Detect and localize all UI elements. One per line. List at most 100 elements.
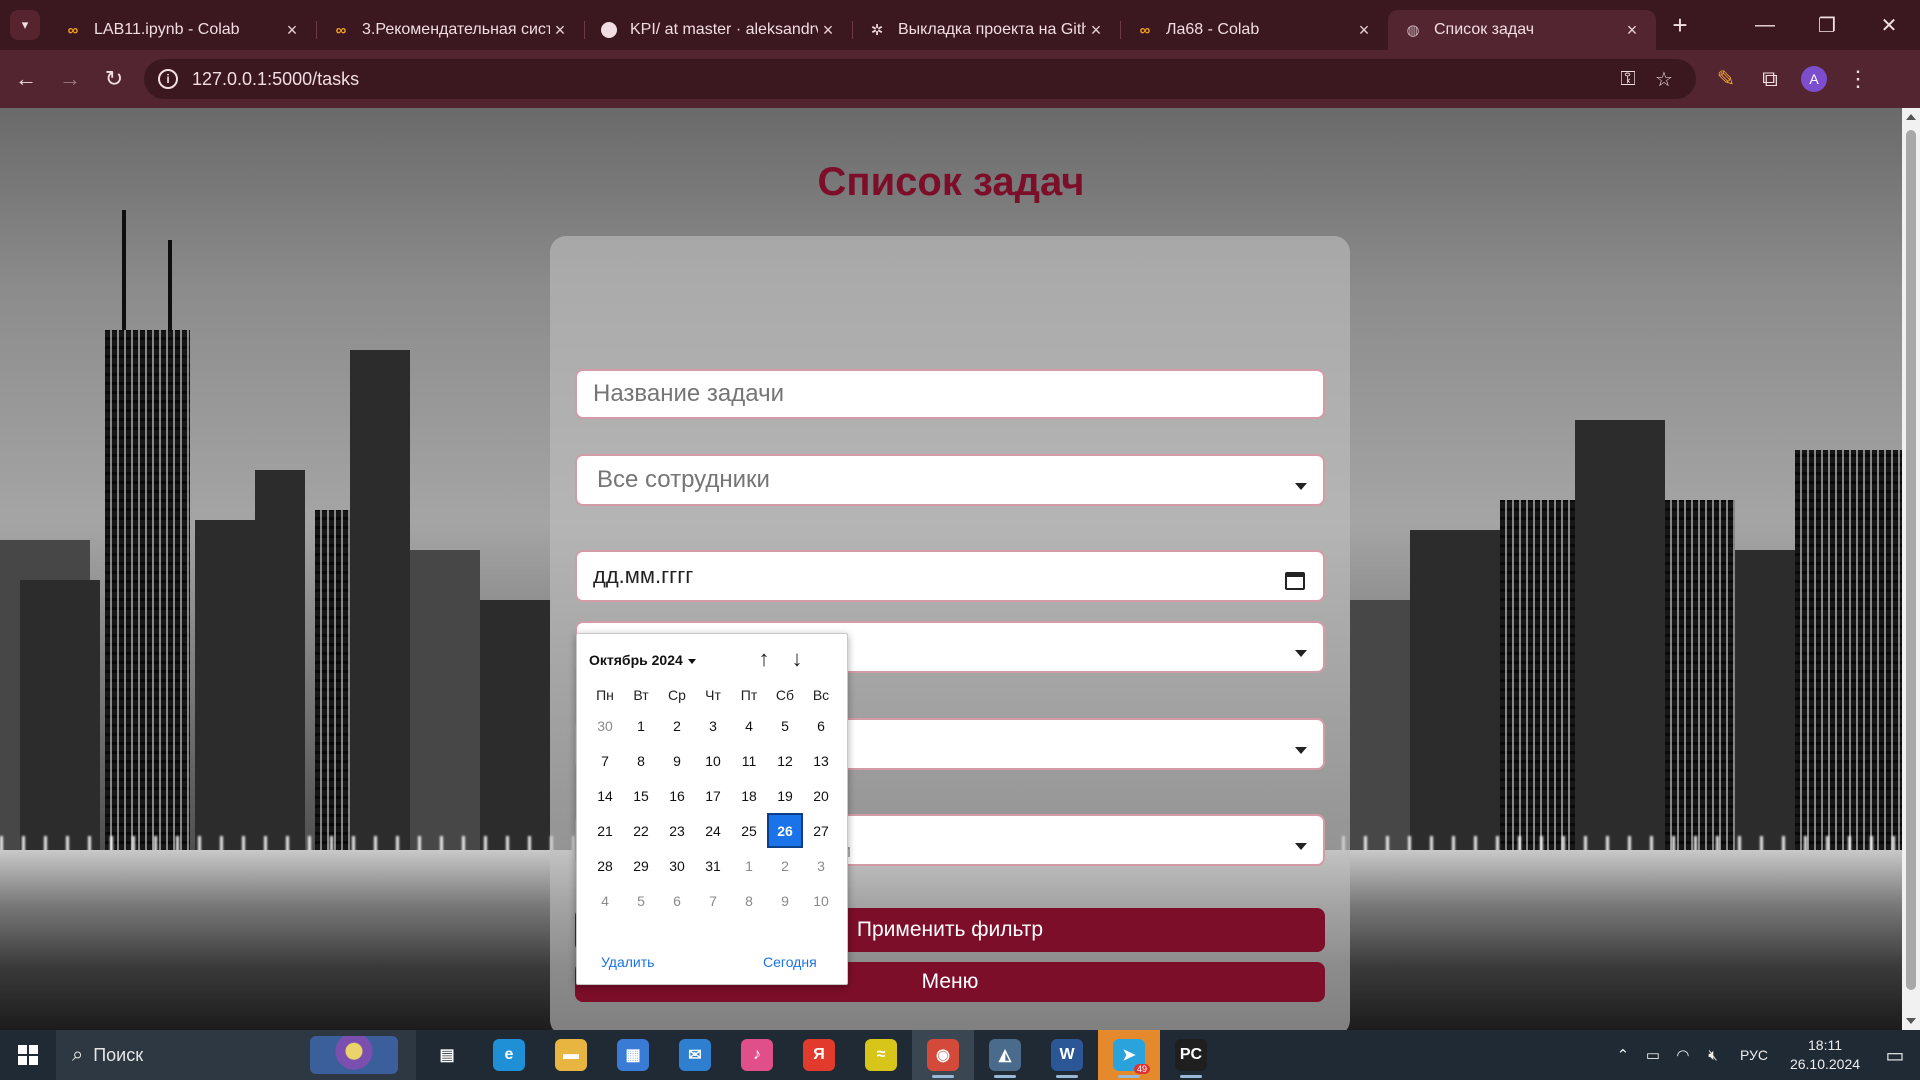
calendar-day[interactable]: 27 — [803, 813, 839, 848]
itunes-taskbar-button[interactable]: ♪ — [726, 1030, 788, 1080]
wifi-icon[interactable]: ◠ — [1668, 1046, 1698, 1064]
calendar-day[interactable]: 13 — [803, 743, 839, 778]
extensions-puzzle-icon[interactable]: ⧉ — [1748, 59, 1792, 99]
calendar-day[interactable]: 15 — [623, 778, 659, 813]
tab-search-button[interactable]: ▾ — [10, 10, 40, 40]
address-bar[interactable]: i 127.0.0.1:5000/tasks ⚿ ☆ — [144, 59, 1696, 99]
clear-date-button[interactable]: Удалить — [601, 954, 654, 970]
month-year-dropdown[interactable]: Октябрь 2024 — [589, 652, 696, 668]
calendar-day[interactable]: 4 — [587, 883, 623, 918]
calendar-day[interactable]: 6 — [803, 708, 839, 743]
calendar-day[interactable]: 16 — [659, 778, 695, 813]
close-tab-icon[interactable]: × — [1086, 20, 1106, 41]
calendar-day[interactable]: 5 — [767, 708, 803, 743]
scroll-thumb[interactable] — [1906, 130, 1916, 990]
calendar-day[interactable]: 2 — [767, 848, 803, 883]
start-button[interactable] — [0, 1030, 56, 1080]
ms-store-taskbar-button[interactable]: ▦ — [602, 1030, 664, 1080]
clock[interactable]: 18:11 26.10.2024 — [1780, 1036, 1870, 1074]
calendar-day[interactable]: 7 — [587, 743, 623, 778]
chevron-up-icon[interactable]: ⌃ — [1608, 1046, 1638, 1064]
next-month-arrow-icon[interactable]: ↓ — [782, 644, 812, 674]
scroll-up-icon[interactable] — [1906, 114, 1916, 120]
volume-muted-icon[interactable]: 🔇︎ — [1698, 1047, 1728, 1064]
battery-icon[interactable]: ▭ — [1638, 1046, 1668, 1064]
calendar-day[interactable]: 10 — [695, 743, 731, 778]
pgadmin-taskbar-button[interactable]: ◭ — [974, 1030, 1036, 1080]
close-tab-icon[interactable]: × — [282, 20, 302, 41]
calendar-day[interactable]: 14 — [587, 778, 623, 813]
browser-tab[interactable]: ◍ Список задач × — [1388, 10, 1656, 50]
calendar-day-selected[interactable]: 26 — [767, 813, 803, 848]
calendar-day[interactable]: 18 — [731, 778, 767, 813]
language-indicator[interactable]: РУС — [1740, 1047, 1768, 1063]
task-name-input[interactable]: Название задачи — [575, 369, 1325, 419]
calendar-day[interactable]: 20 — [803, 778, 839, 813]
password-key-icon[interactable]: ⚿ — [1610, 68, 1646, 91]
browser-tab[interactable]: ✲ Выкладка проекта на Githu × — [852, 10, 1120, 50]
page-scrollbar[interactable] — [1902, 108, 1920, 1030]
calendar-day[interactable]: 24 — [695, 813, 731, 848]
date-input[interactable]: дд.мм.гггг — [575, 550, 1325, 602]
close-tab-icon[interactable]: × — [1354, 20, 1374, 41]
calendar-day[interactable]: 1 — [731, 848, 767, 883]
profile-button[interactable]: A — [1792, 59, 1836, 99]
yandex-taskbar-button[interactable]: Я — [788, 1030, 850, 1080]
forward-arrow-icon[interactable]: → — [52, 61, 88, 97]
file-explorer-taskbar-button[interactable]: ▬ — [540, 1030, 602, 1080]
calendar-day[interactable]: 23 — [659, 813, 695, 848]
pencil-extension-icon[interactable]: ✎ — [1704, 59, 1748, 99]
today-button[interactable]: Сегодня — [763, 954, 817, 970]
calendar-day[interactable]: 31 — [695, 848, 731, 883]
notifications-icon[interactable]: ▭ — [1870, 1043, 1920, 1068]
calendar-day[interactable]: 30 — [659, 848, 695, 883]
calendar-day[interactable]: 12 — [767, 743, 803, 778]
taskbar-search[interactable]: ⌕ Поиск — [56, 1030, 416, 1080]
browser-tab[interactable]: ∞ 3.Рекомендательная систе × — [316, 10, 584, 50]
calendar-day[interactable]: 4 — [731, 708, 767, 743]
kebab-menu-icon[interactable]: ⋮ — [1836, 59, 1880, 99]
url-text[interactable]: 127.0.0.1:5000/tasks — [192, 69, 1610, 90]
browser-tab[interactable]: ∞ LAB11.ipynb - Colab × — [48, 10, 316, 50]
minimize-icon[interactable]: — — [1734, 0, 1796, 50]
pycharm-taskbar-button[interactable]: PC — [1160, 1030, 1222, 1080]
previous-month-arrow-icon[interactable]: ↑ — [749, 644, 779, 674]
mail-taskbar-button[interactable]: ✉ — [664, 1030, 726, 1080]
calendar-day[interactable]: 29 — [623, 848, 659, 883]
calendar-day[interactable]: 2 — [659, 708, 695, 743]
word-taskbar-button[interactable]: W — [1036, 1030, 1098, 1080]
reload-icon[interactable]: ↻ — [96, 61, 132, 97]
new-tab-button[interactable]: + — [1662, 7, 1698, 43]
close-window-icon[interactable]: ✕ — [1858, 0, 1920, 50]
calendar-day[interactable]: 22 — [623, 813, 659, 848]
calendar-day[interactable]: 28 — [587, 848, 623, 883]
restore-icon[interactable]: ❐ — [1796, 0, 1858, 50]
yandex-music-taskbar-button[interactable]: ≈ — [850, 1030, 912, 1080]
chrome-taskbar-button[interactable]: ◉ — [912, 1030, 974, 1080]
close-tab-icon[interactable]: × — [1622, 20, 1642, 41]
calendar-day[interactable]: 19 — [767, 778, 803, 813]
calendar-day[interactable]: 3 — [695, 708, 731, 743]
site-info-icon[interactable]: i — [158, 69, 178, 89]
telegram-taskbar-button[interactable]: ➤ 49 — [1098, 1030, 1160, 1080]
calendar-day[interactable]: 10 — [803, 883, 839, 918]
calendar-day[interactable]: 9 — [659, 743, 695, 778]
calendar-day[interactable]: 8 — [623, 743, 659, 778]
browser-tab[interactable]: KPI/ at master · aleksandrv × — [584, 10, 852, 50]
calendar-icon[interactable] — [1285, 572, 1305, 590]
calendar-day[interactable]: 6 — [659, 883, 695, 918]
browser-tab[interactable]: ∞ Ла68 - Colab × — [1120, 10, 1388, 50]
calendar-day[interactable]: 3 — [803, 848, 839, 883]
close-tab-icon[interactable]: × — [550, 20, 570, 41]
calendar-day[interactable]: 21 — [587, 813, 623, 848]
calendar-day[interactable]: 7 — [695, 883, 731, 918]
calendar-day[interactable]: 8 — [731, 883, 767, 918]
calendar-day[interactable]: 5 — [623, 883, 659, 918]
calendar-day[interactable]: 25 — [731, 813, 767, 848]
calendar-day[interactable]: 9 — [767, 883, 803, 918]
task-view-taskbar-button[interactable]: ▤ — [416, 1030, 478, 1080]
calendar-day[interactable]: 11 — [731, 743, 767, 778]
back-arrow-icon[interactable]: ← — [8, 61, 44, 97]
employee-select[interactable]: Все сотрудники — [575, 454, 1325, 506]
scroll-down-icon[interactable] — [1906, 1018, 1916, 1024]
